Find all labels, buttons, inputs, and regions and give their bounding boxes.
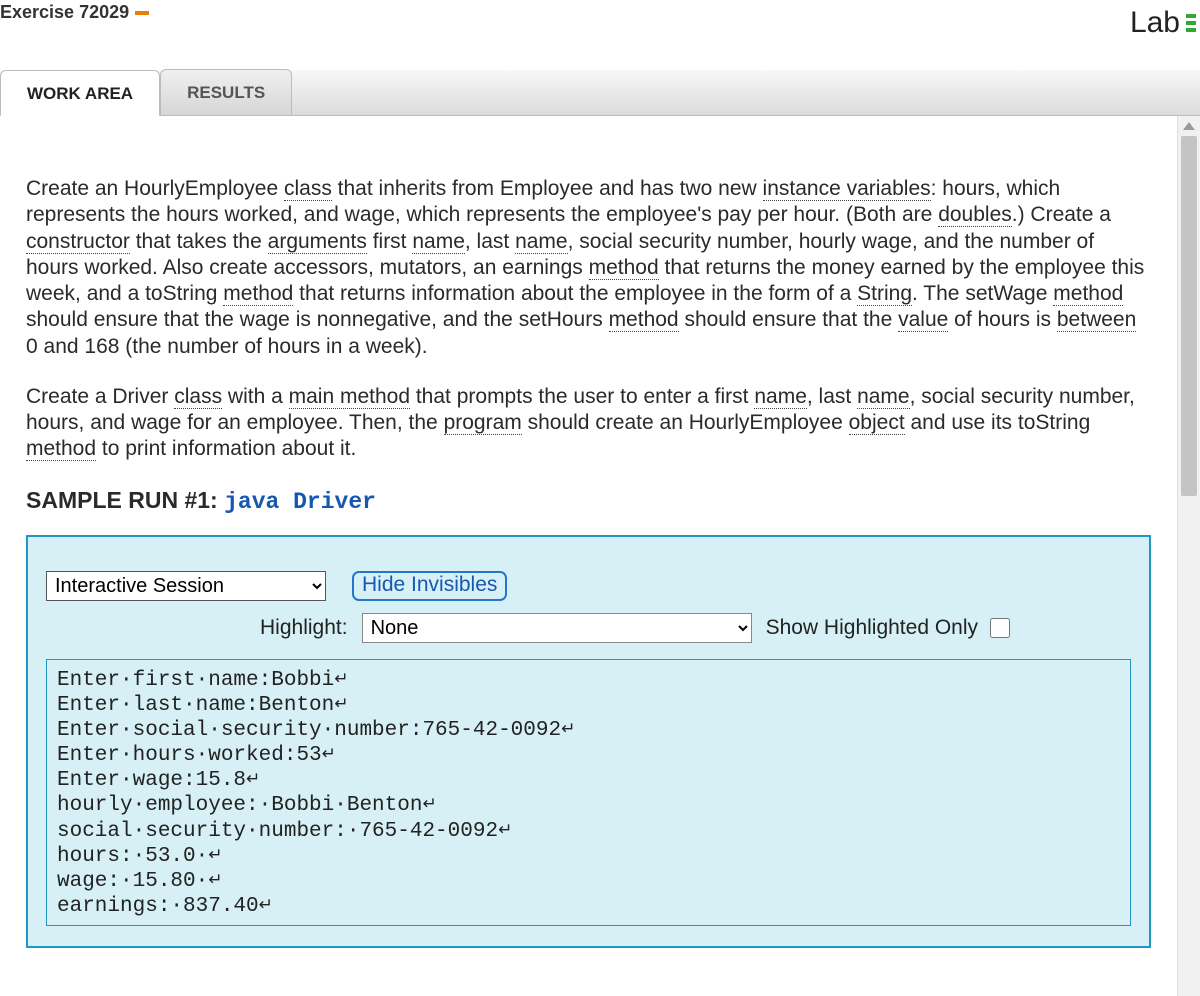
session-panel: Interactive Session Hide Invisibles High…: [26, 535, 1151, 949]
show-highlighted-only-checkbox[interactable]: [990, 618, 1010, 638]
newline-icon: ↵: [334, 696, 348, 715]
tab-bar: WORK AREA RESULTS: [0, 70, 1200, 116]
term-class[interactable]: class: [284, 177, 332, 201]
newline-icon: ↵: [208, 847, 222, 866]
tab-work-area[interactable]: WORK AREA: [0, 70, 160, 116]
newline-icon: ↵: [498, 822, 512, 841]
terminal-line: wage:·15.80·↵: [57, 869, 1120, 894]
instructions: Create an HourlyEmployee class that inhe…: [26, 176, 1151, 463]
instructions-paragraph-1: Create an HourlyEmployee class that inhe…: [26, 176, 1151, 360]
term-name[interactable]: name: [412, 230, 465, 254]
term-method[interactable]: method: [26, 437, 96, 461]
scroll-up-icon[interactable]: [1183, 122, 1195, 130]
newline-icon: ↵: [208, 872, 222, 891]
term-name[interactable]: name: [754, 385, 807, 409]
term-value[interactable]: value: [898, 308, 948, 332]
term-string[interactable]: String: [857, 282, 912, 306]
highlight-label: Highlight:: [260, 616, 348, 640]
collapse-icon[interactable]: [135, 11, 149, 15]
sample-run-command: java Driver: [224, 489, 376, 515]
terminal-line: social·security·number:·765-42-0092↵: [57, 819, 1120, 844]
term-instance-variables[interactable]: instance variables: [763, 177, 931, 201]
terminal-line: earnings:·837.40↵: [57, 894, 1120, 919]
menu-icon[interactable]: [1186, 14, 1196, 32]
term-method[interactable]: method: [223, 282, 293, 306]
newline-icon: ↵: [422, 796, 436, 815]
newline-icon: ↵: [322, 746, 336, 765]
terminal-line: Enter·first·name:Bobbi↵: [57, 668, 1120, 693]
scroll-thumb[interactable]: [1181, 136, 1197, 496]
term-class[interactable]: class: [174, 385, 222, 409]
term-program[interactable]: program: [444, 411, 522, 435]
session-mode-select[interactable]: Interactive Session: [46, 571, 326, 601]
newline-icon: ↵: [334, 671, 348, 690]
term-between[interactable]: between: [1057, 308, 1136, 332]
lab-label: Lab: [1130, 6, 1180, 40]
instructions-paragraph-2: Create a Driver class with a main method…: [26, 384, 1151, 463]
terminal-line: Enter·social·security·number:765-42-0092…: [57, 718, 1120, 743]
highlight-select[interactable]: None: [362, 613, 752, 643]
tab-results[interactable]: RESULTS: [160, 69, 292, 115]
sample-run-label: SAMPLE RUN #1:: [26, 487, 224, 513]
newline-icon: ↵: [561, 721, 575, 740]
term-constructor[interactable]: constructor: [26, 230, 130, 254]
term-object[interactable]: object: [849, 411, 905, 435]
terminal-line: Enter·hours·worked:53↵: [57, 743, 1120, 768]
term-main-method[interactable]: main method: [289, 385, 410, 409]
term-method[interactable]: method: [1053, 282, 1123, 306]
terminal-line: hourly·employee:·Bobbi·Benton↵: [57, 793, 1120, 818]
term-name[interactable]: name: [515, 230, 568, 254]
exercise-label: Exercise 72029: [0, 2, 129, 23]
newline-icon: ↵: [259, 897, 273, 916]
scrollbar[interactable]: [1178, 116, 1200, 996]
newline-icon: ↵: [246, 771, 260, 790]
hide-invisibles-button[interactable]: Hide Invisibles: [352, 571, 507, 601]
exercise-title: Exercise 72029: [0, 0, 149, 23]
term-arguments[interactable]: arguments: [268, 230, 367, 254]
work-area-content: Create an HourlyEmployee class that inhe…: [0, 116, 1178, 996]
term-method[interactable]: method: [589, 256, 659, 280]
term-name[interactable]: name: [857, 385, 910, 409]
terminal-output: Enter·first·name:Bobbi↵Enter·last·name:B…: [46, 659, 1131, 927]
sample-run-heading: SAMPLE RUN #1: java Driver: [26, 487, 1151, 515]
terminal-line: Enter·wage:15.8↵: [57, 768, 1120, 793]
term-method[interactable]: method: [609, 308, 679, 332]
terminal-line: hours:·53.0·↵: [57, 844, 1120, 869]
lab-header: Lab: [1130, 0, 1196, 40]
show-highlighted-only-label[interactable]: Show Highlighted Only: [766, 615, 1013, 641]
terminal-line: Enter·last·name:Benton↵: [57, 693, 1120, 718]
term-doubles[interactable]: doubles: [938, 203, 1012, 227]
